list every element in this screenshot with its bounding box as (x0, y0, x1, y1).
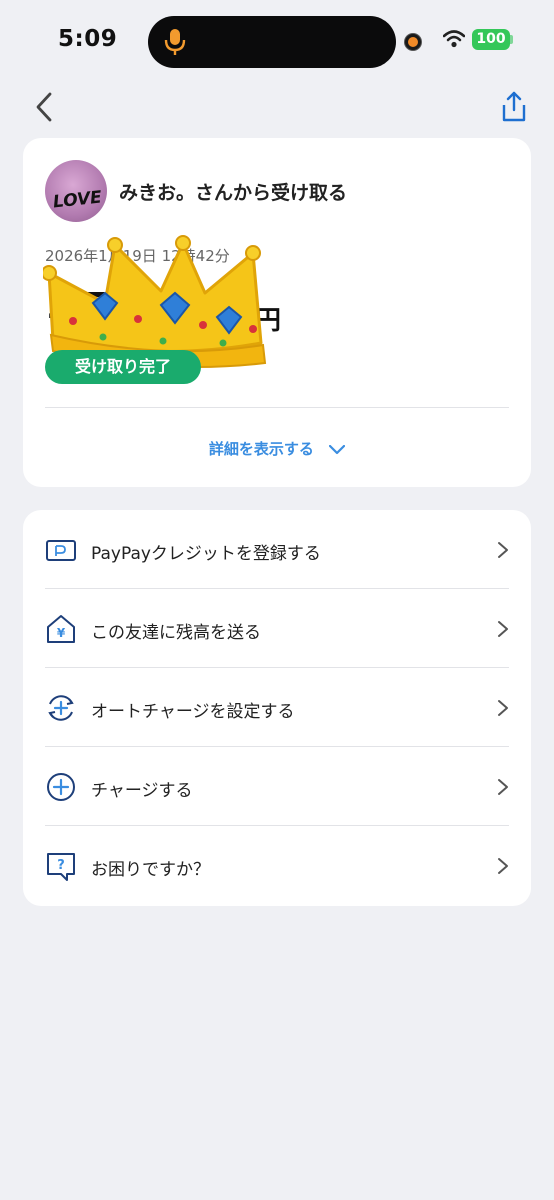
show-details-link[interactable]: 詳細を表示する (23, 438, 531, 459)
menu-label: PayPayクレジットを登録する (91, 544, 321, 564)
menu-item-auto-charge[interactable]: オートチャージを設定する (23, 668, 531, 747)
avatar-text: LOVE (52, 187, 103, 213)
plus-circle-icon (47, 773, 75, 801)
svg-text:¥: ¥ (57, 626, 66, 640)
share-button[interactable] (498, 90, 530, 124)
chevron-right-icon (498, 621, 508, 637)
show-details-label: 詳細を表示する (208, 440, 314, 458)
avatar[interactable]: LOVE (45, 160, 107, 222)
menu-item-register-credit[interactable]: PayPayクレジットを登録する (23, 510, 531, 589)
wifi-icon (443, 30, 465, 48)
status-bar: 5:09 100 (0, 0, 554, 84)
dynamic-island (148, 16, 396, 68)
chevron-right-icon (498, 700, 508, 716)
chevron-down-icon (329, 444, 346, 454)
status-time: 5:09 (58, 26, 118, 52)
microphone-icon (164, 29, 186, 55)
chevron-right-icon (498, 779, 508, 795)
send-money-icon: ¥ (47, 615, 75, 643)
menu-item-charge[interactable]: チャージする (23, 747, 531, 826)
back-button[interactable] (30, 90, 60, 124)
transaction-card: LOVE みきお。さんから受け取る 2026年1月19日 12時42分 1,50… (23, 138, 531, 487)
menu-label: オートチャージを設定する (91, 702, 295, 722)
sender-title: みきお。さんから受け取る (119, 182, 348, 204)
battery-indicator: 100 (472, 29, 510, 50)
menu-item-send-balance[interactable]: ¥ この友達に残高を送る (23, 589, 531, 668)
battery-tip (510, 35, 513, 44)
menu-item-help[interactable]: ? お困りですか？ (23, 826, 531, 905)
chevron-right-icon (498, 858, 508, 874)
chevron-right-icon (498, 542, 508, 558)
status-badge: 受け取り完了 (45, 350, 201, 384)
credit-card-icon (46, 540, 76, 561)
menu-label: チャージする (91, 781, 193, 801)
menu-label: お困りですか？ (91, 860, 210, 880)
menu-label: この友達に残高を送る (91, 623, 261, 643)
help-icon: ? (47, 853, 75, 881)
actions-menu: PayPayクレジットを登録する ¥ この友達に残高を送る オートチャージを設定… (23, 510, 531, 906)
card-divider (45, 407, 509, 408)
svg-text:?: ? (57, 858, 65, 873)
recording-indicator-icon (405, 34, 421, 50)
auto-charge-icon (48, 695, 74, 721)
